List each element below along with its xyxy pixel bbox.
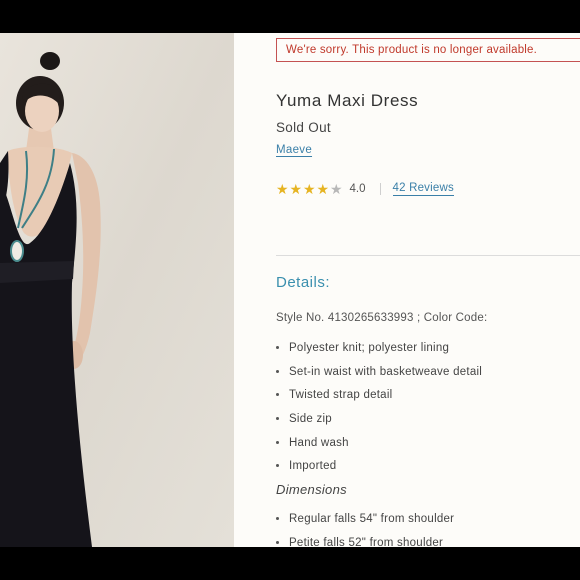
reviews-link[interactable]: 42 Reviews [392, 182, 454, 196]
bullet-icon [276, 346, 279, 349]
list-item-text: Set-in waist with basketweave detail [289, 365, 483, 378]
section-divider [276, 255, 580, 256]
star-icon-filled: ★ [303, 181, 316, 197]
brand-link[interactable]: Maeve [276, 144, 312, 156]
bullet-icon [276, 440, 279, 444]
details-heading: Details: [276, 274, 331, 291]
list-item: Polyester knit; polyester lining [276, 340, 482, 364]
bullet-icon [276, 393, 279, 397]
list-item-text: Petite falls 52" from shoulder [289, 536, 444, 547]
list-item: Regular falls 54" from shoulder [276, 511, 454, 535]
list-item-text: Regular falls 54" from shoulder [289, 513, 455, 525]
product-info-panel: We're sorry. This product is no longer a… [276, 33, 580, 547]
unavailable-notice: We're sorry. This product is no longer a… [276, 38, 580, 62]
rating-separator [379, 183, 381, 195]
list-item-text: Imported [289, 460, 337, 473]
list-item: Hand wash [276, 435, 482, 459]
list-item-text: Polyester knit; polyester lining [289, 342, 450, 354]
stock-status: Sold Out [276, 120, 331, 135]
product-page: We're sorry. This product is no longer a… [0, 33, 580, 547]
list-item: Imported [276, 458, 482, 482]
star-icon-filled: ★ [316, 181, 330, 197]
bullet-icon [276, 369, 279, 373]
bullet-icon [276, 517, 279, 520]
dimensions-list: Regular falls 54" from shoulder Petite f… [276, 511, 454, 547]
rating-value: 4.0 [349, 183, 366, 195]
list-item: Petite falls 52" from shoulder [276, 535, 454, 547]
rating-row: ★ ★ ★ ★ ★ 4.0 42 Reviews [276, 181, 454, 197]
star-icon-empty: ★ [330, 181, 343, 197]
product-photo[interactable] [0, 33, 234, 547]
star-icon-filled: ★ [276, 181, 289, 197]
features-list: Polyester knit; polyester lining Set-in … [276, 340, 482, 482]
product-title: Yuma Maxi Dress [276, 91, 419, 110]
list-item-text: Twisted strap detail [289, 389, 393, 402]
list-item-text: Hand wash [289, 436, 349, 449]
list-item: Set-in waist with basketweave detail [276, 364, 482, 388]
list-item: Side zip [276, 411, 482, 435]
dimensions-heading: Dimensions [276, 482, 347, 497]
star-rating: ★ ★ ★ ★ ★ [276, 181, 344, 197]
style-number: Style No. 4130265633993 ; Color Code: [276, 312, 488, 324]
bullet-icon [276, 464, 279, 468]
model-in-dress-image [0, 33, 234, 547]
bullet-icon [276, 417, 279, 421]
list-item-text: Side zip [289, 413, 332, 426]
star-icon-filled: ★ [289, 181, 303, 197]
list-item: Twisted strap detail [276, 387, 482, 411]
bullet-icon [276, 540, 279, 544]
